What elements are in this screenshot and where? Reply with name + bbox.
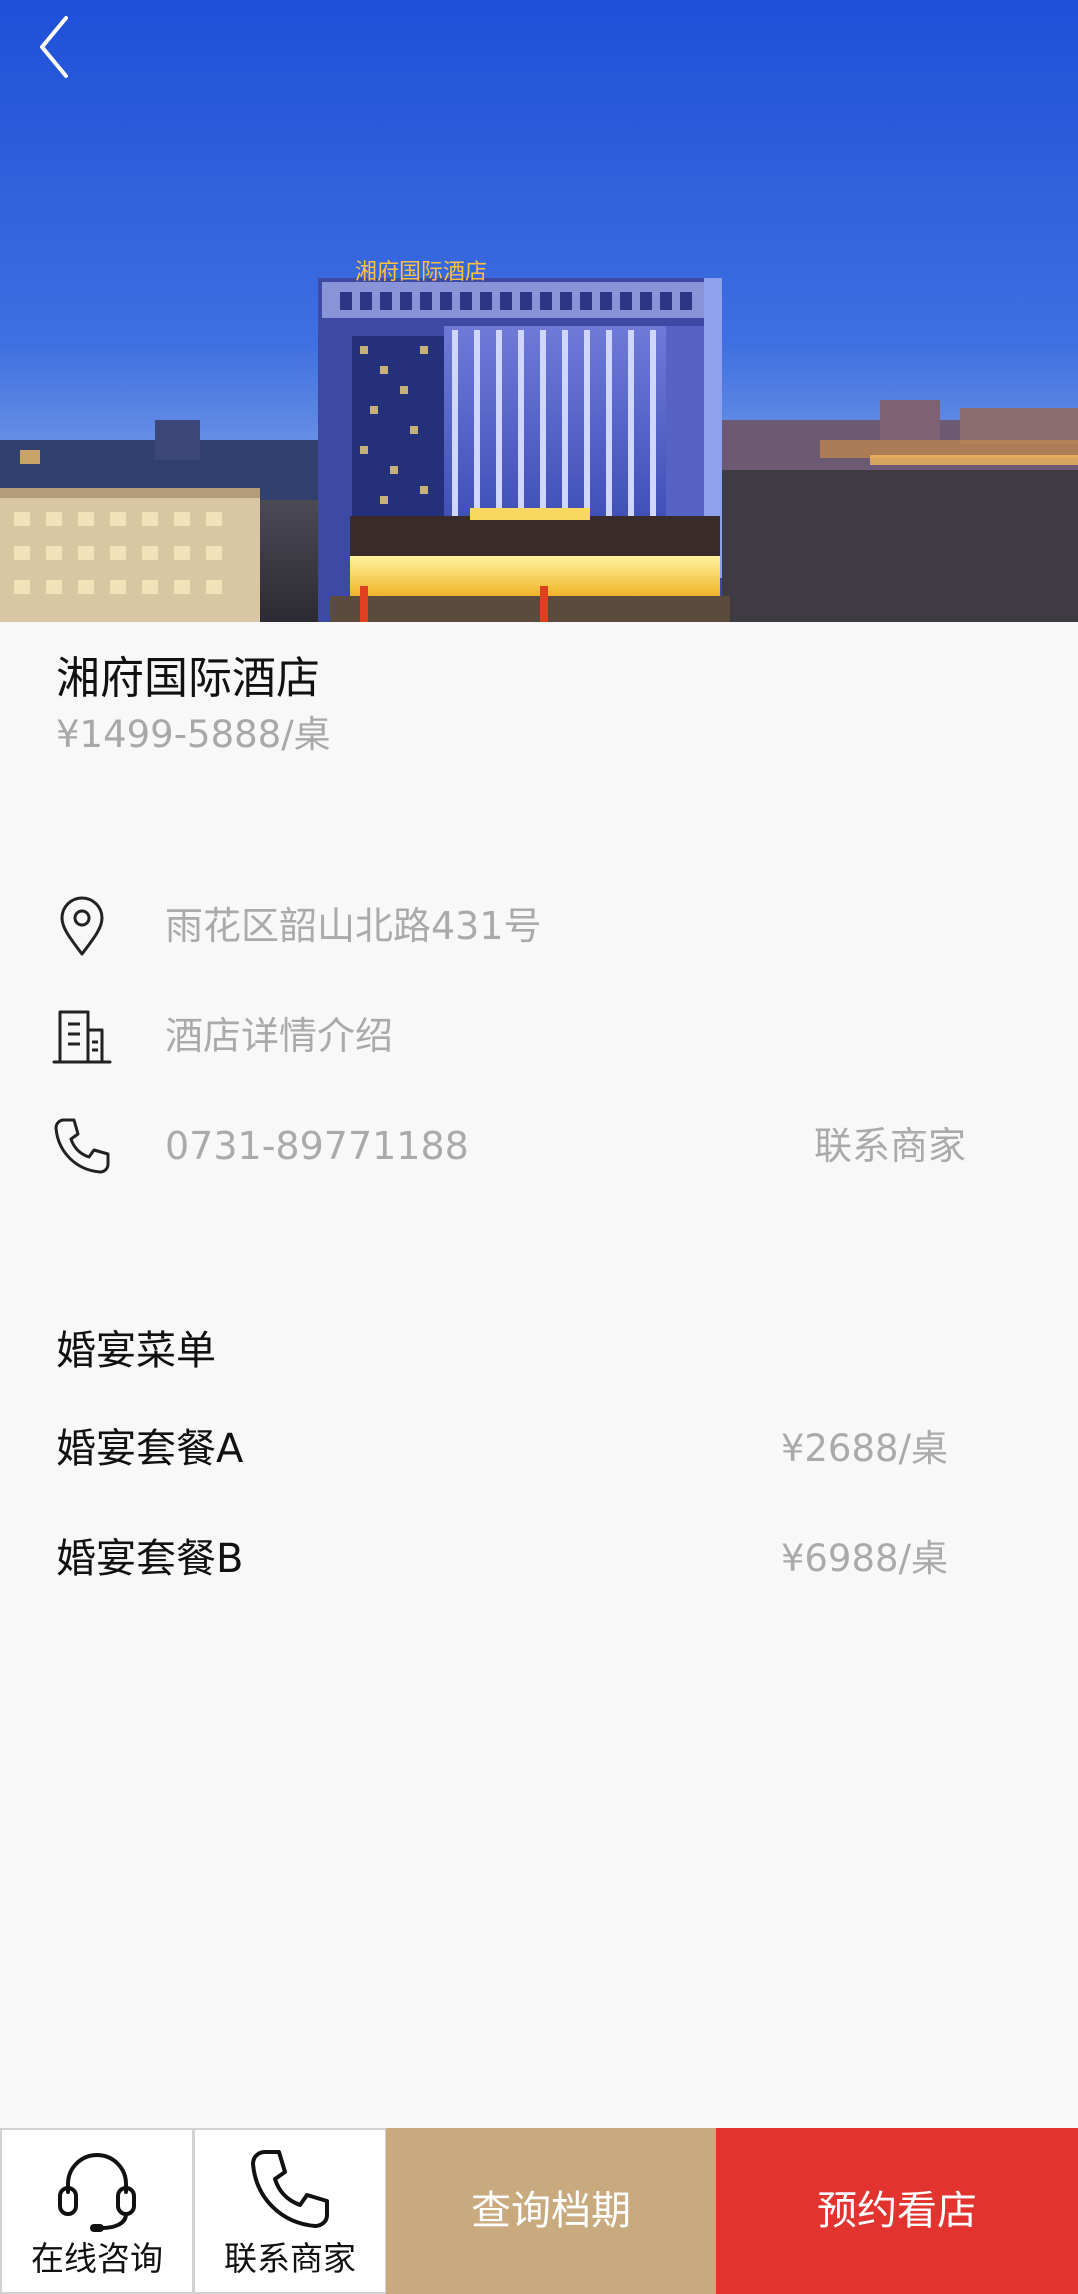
- venue-price-range: ¥1499-5888/桌: [56, 713, 331, 756]
- contact-merchant-label: 联系商家: [224, 2239, 356, 2278]
- phone-number: 0731-89771188: [165, 1124, 469, 1168]
- query-schedule-button[interactable]: 查询档期: [386, 2128, 716, 2294]
- building-icon: [52, 1010, 112, 1064]
- online-consult-label: 在线咨询: [31, 2239, 163, 2278]
- wedding-menu-title: 婚宴菜单: [56, 1328, 216, 1374]
- contact-merchant-link[interactable]: 联系商家: [814, 1122, 966, 1170]
- address-row[interactable]: 雨花区韶山北路431号: [0, 886, 1078, 966]
- hotel-photo: 湘府国际酒店: [0, 0, 1078, 622]
- bottom-action-bar: 在线咨询 联系商家 查询档期 预约看店: [0, 2128, 1078, 2294]
- phone-icon: [54, 1118, 110, 1174]
- menu-item-price: ¥6988/桌: [780, 1537, 948, 1580]
- contact-merchant-button[interactable]: 联系商家: [193, 2128, 387, 2294]
- hotel-details-row[interactable]: 酒店详情介绍: [0, 996, 1078, 1076]
- menu-item-price: ¥2688/桌: [780, 1427, 948, 1470]
- venue-name: 湘府国际酒店: [56, 653, 320, 704]
- reserve-visit-label: 预约看店: [817, 2188, 977, 2234]
- query-schedule-label: 查询档期: [471, 2188, 631, 2234]
- phone-icon: [251, 2150, 329, 2228]
- online-consult-button[interactable]: 在线咨询: [0, 2128, 194, 2294]
- phone-row: 0731-89771188 联系商家: [0, 1106, 1078, 1186]
- headset-icon: [58, 2153, 136, 2232]
- address-text: 雨花区韶山北路431号: [165, 904, 542, 948]
- reserve-visit-button[interactable]: 预约看店: [716, 2128, 1078, 2294]
- menu-item-name: 婚宴套餐B: [56, 1536, 244, 1582]
- location-pin-icon: [60, 896, 104, 956]
- menu-item-name: 婚宴套餐A: [56, 1426, 244, 1472]
- menu-item[interactable]: 婚宴套餐A ¥2688/桌: [0, 1414, 1078, 1484]
- hotel-rooftop-sign: 湘府国际酒店: [355, 260, 487, 285]
- menu-item[interactable]: 婚宴套餐B ¥6988/桌: [0, 1524, 1078, 1594]
- hero-image: 湘府国际酒店: [0, 0, 1078, 622]
- hotel-details-text: 酒店详情介绍: [165, 1014, 394, 1058]
- chevron-left-icon[interactable]: [30, 12, 86, 82]
